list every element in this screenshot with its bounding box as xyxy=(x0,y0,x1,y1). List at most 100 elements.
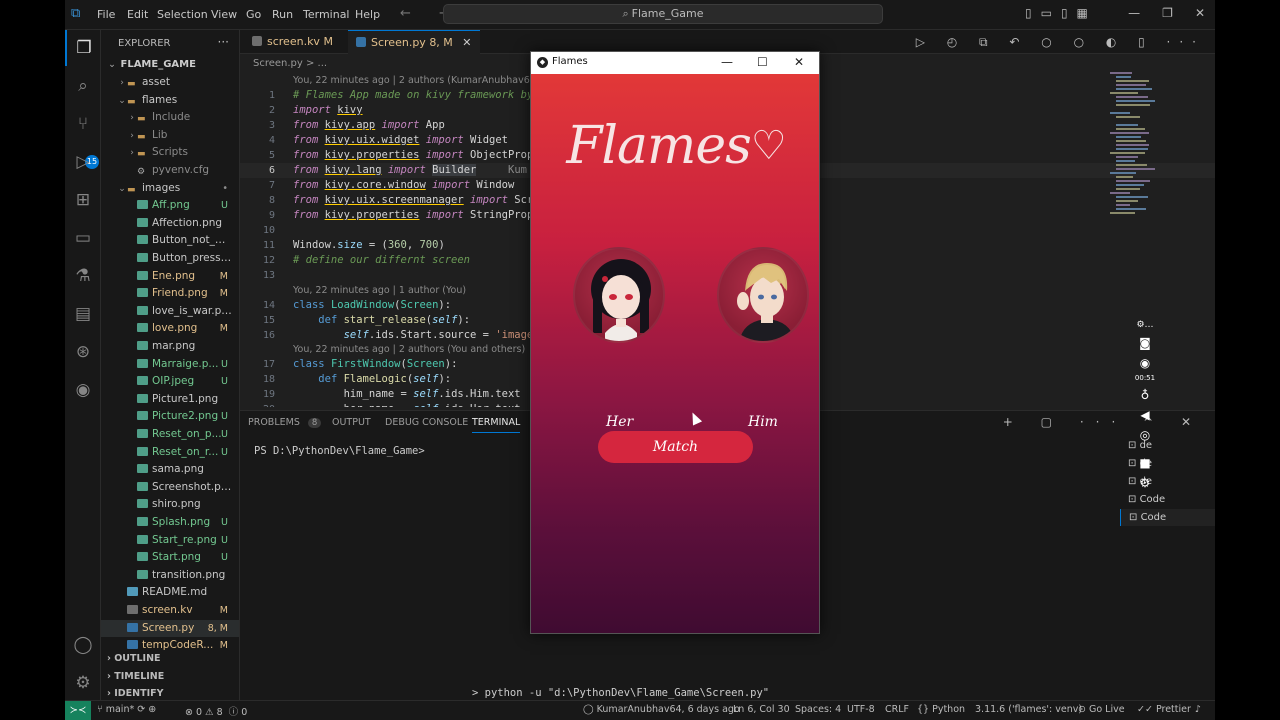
more-actions-icon[interactable]: ··· xyxy=(218,35,229,49)
menu-edit[interactable]: Edit xyxy=(127,8,148,21)
codelens-blame[interactable]: You, 22 minutes ago | 2 authors (KumarAn… xyxy=(293,74,566,88)
tree-folder[interactable]: › ▬ Include xyxy=(101,109,239,126)
record-icon[interactable]: ◉ xyxy=(1131,356,1159,370)
her-avatar[interactable] xyxy=(573,247,665,343)
match-button[interactable]: Match xyxy=(598,431,753,463)
problems-status[interactable]: ⊗ 0 ⚠ 8 ⓘ 0 xyxy=(185,704,247,718)
tab-screen-py[interactable]: Screen.py 8, M ✕ xyxy=(348,30,480,54)
tree-folder[interactable]: › ▬ Scripts xyxy=(101,144,239,161)
tree-file[interactable]: Splash.png U xyxy=(101,514,239,531)
layout-toggle-icons[interactable]: ▯▭▯▦ xyxy=(1025,6,1097,20)
camera-icon[interactable]: ◙ xyxy=(1131,336,1159,350)
account-icon[interactable]: ◯ xyxy=(65,627,101,663)
restore-icon[interactable]: ❐ xyxy=(1162,6,1173,20)
language-mode[interactable]: {} Python xyxy=(917,704,965,715)
notifications-icon[interactable]: ♪ xyxy=(1195,704,1201,715)
tab-debug-console[interactable]: DEBUG CONSOLE xyxy=(385,417,468,432)
codelens-blame[interactable]: You, 22 minutes ago | 2 authors (You and… xyxy=(293,343,525,357)
tree-file[interactable]: ⚙ pyvenv.cfg xyxy=(101,162,239,179)
speaker-icon[interactable]: ◀ xyxy=(1131,408,1159,422)
tree-file[interactable]: Picture2.png U xyxy=(101,408,239,425)
tree-folder[interactable]: ⌄▬ images • xyxy=(101,180,239,197)
indentation[interactable]: Spaces: 4 xyxy=(795,704,841,715)
tab-screen-kv[interactable]: screen.kv M xyxy=(244,30,341,54)
git-blame-status[interactable]: ◯ KumarAnubhav64, 6 days ago xyxy=(583,704,740,715)
encoding[interactable]: UTF-8 xyxy=(847,704,875,715)
tab-output[interactable]: OUTPUT xyxy=(332,417,371,432)
tree-file[interactable]: sama.png xyxy=(101,461,239,478)
tree-file[interactable]: Start_re.png U xyxy=(101,532,239,549)
app-close-icon[interactable]: ✕ xyxy=(794,55,804,69)
source-control-icon[interactable]: ⑂ xyxy=(65,106,101,142)
folder-icon[interactable]: ▤ xyxy=(65,296,101,332)
tree-file[interactable]: screen.kv M xyxy=(101,602,239,619)
tree-file[interactable]: Friend.png M xyxy=(101,285,239,302)
remote-explorer-icon[interactable]: ▭ xyxy=(65,220,101,256)
tree-file[interactable]: Picture1.png xyxy=(101,391,239,408)
explorer-root[interactable]: ⌄ FLAME_GAME xyxy=(101,56,239,73)
tree-file[interactable]: Button_pressed... xyxy=(101,250,239,267)
settings-gear-icon[interactable]: ⚙ xyxy=(65,665,101,701)
panel-actions[interactable]: + ▢ ··· ^ ✕ xyxy=(1003,415,1203,429)
tree-file[interactable]: Button_not_pres... xyxy=(101,232,239,249)
menu-selection[interactable]: Selection xyxy=(157,8,208,21)
minimize-icon[interactable]: — xyxy=(1128,6,1140,20)
tab-problems[interactable]: PROBLEMS 8 xyxy=(248,417,322,432)
cursor-position[interactable]: Ln 6, Col 30 xyxy=(733,704,790,715)
microphone-icon[interactable]: ♁ xyxy=(1131,388,1159,402)
tree-file[interactable]: Screen.py 8, M xyxy=(101,619,239,637)
him-avatar[interactable] xyxy=(717,247,809,343)
search-icon[interactable]: ⌕ xyxy=(65,68,101,104)
tree-file[interactable]: love.png M xyxy=(101,320,239,337)
tree-file[interactable]: love_is_war.png xyxy=(101,303,239,320)
menu-help[interactable]: Help xyxy=(355,8,380,21)
tree-file[interactable]: Reset_on_p... U xyxy=(101,426,239,443)
tree-file[interactable]: shiro.png xyxy=(101,496,239,513)
tree-file[interactable]: Affection.png xyxy=(101,215,239,232)
menu-run[interactable]: Run xyxy=(272,8,293,21)
tree-file[interactable]: Ene.png M xyxy=(101,268,239,285)
tree-file[interactable]: OIP.jpeg U xyxy=(101,373,239,390)
menu-view[interactable]: View xyxy=(211,8,237,21)
git-graph-icon[interactable]: ⊛ xyxy=(65,334,101,370)
tree-file[interactable]: Marraige.p... U xyxy=(101,356,239,373)
tree-file[interactable]: Screenshot.png xyxy=(101,479,239,496)
tree-file[interactable]: mar.png xyxy=(101,338,239,355)
breadcrumb[interactable]: Screen.py > ... xyxy=(253,58,327,69)
section-identify[interactable]: › IDENTIFY xyxy=(101,685,239,700)
menu-file[interactable]: File xyxy=(97,8,115,21)
tree-folder[interactable]: › ▬ asset xyxy=(101,74,239,91)
webcam-icon[interactable]: ◎ xyxy=(1131,428,1159,442)
python-interpreter[interactable]: 3.11.6 ('flames': venv) xyxy=(975,704,1082,715)
settings-gear-icon[interactable]: ⚙ xyxy=(1131,476,1159,490)
tree-file[interactable]: transition.png xyxy=(101,567,239,584)
prettier-status[interactable]: ✓✓ Prettier xyxy=(1137,704,1191,715)
minimap[interactable] xyxy=(1110,72,1210,222)
section-timeline[interactable]: › TIMELINE xyxy=(101,668,239,685)
line-ending[interactable]: CRLF xyxy=(885,704,909,715)
app-maximize-icon[interactable]: ☐ xyxy=(757,55,768,69)
tree-file[interactable]: Start.png U xyxy=(101,549,239,566)
tab-close-icon[interactable]: ✕ xyxy=(462,36,471,49)
window-controls[interactable]: — ❐ ✕ xyxy=(1106,6,1205,20)
remote-indicator-icon[interactable]: ≻≺ xyxy=(65,701,91,720)
app-minimize-icon[interactable]: — xyxy=(721,55,733,69)
tree-folder[interactable]: ⌄▬ flames xyxy=(101,92,239,109)
close-icon[interactable]: ✕ xyxy=(1195,6,1205,20)
editor-action-icons[interactable]: ▷ ◴ ⧉ ↶ ○ ○ ◐ ▯ ··· xyxy=(916,35,1205,50)
docker-icon[interactable]: ◉ xyxy=(65,372,101,408)
whiteboard-icon[interactable]: ■ xyxy=(1131,456,1159,470)
go-live-button[interactable]: ⊙ Go Live xyxy=(1078,704,1125,715)
run-debug-icon[interactable]: ▷ xyxy=(65,144,101,180)
menu-go[interactable]: Go xyxy=(246,8,261,21)
recorder-menu-icon[interactable]: ⚙… xyxy=(1131,320,1159,330)
testing-icon[interactable]: ⚗ xyxy=(65,258,101,294)
tree-folder[interactable]: › ▬ Lib xyxy=(101,127,239,144)
extensions-icon[interactable]: ⊞ xyxy=(65,182,101,218)
codelens-blame[interactable]: You, 22 minutes ago | 1 author (You) xyxy=(293,284,466,298)
terminal-prompt[interactable]: PS D:\PythonDev\Flame_Game> xyxy=(254,445,425,457)
explorer-icon[interactable]: ❐ xyxy=(65,30,101,66)
tree-file[interactable]: Aff.png U xyxy=(101,197,239,214)
command-center-search[interactable]: ⌕ Flame_Game xyxy=(443,4,883,24)
tree-file[interactable]: Reset_on_r... U xyxy=(101,444,239,461)
